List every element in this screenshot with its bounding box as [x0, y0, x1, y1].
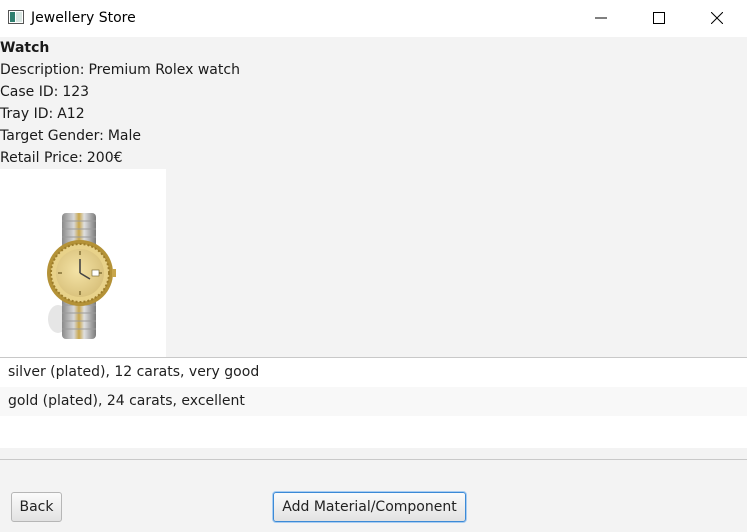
target-gender-value: Male — [107, 128, 141, 144]
item-details: Watch Description: Premium Rolex watch Ca… — [0, 37, 240, 169]
watch-image — [47, 213, 116, 339]
target-gender-row: Target Gender: Male — [0, 125, 240, 147]
tray-id-value: A12 — [57, 106, 85, 122]
case-id-label: Case ID: — [0, 84, 59, 100]
target-gender-label: Target Gender: — [0, 128, 104, 144]
description-label: Description: — [0, 62, 85, 78]
maximize-button[interactable] — [636, 0, 682, 37]
divider — [0, 459, 747, 460]
tray-id-row: Tray ID: A12 — [0, 103, 240, 125]
retail-price-value: 200€ — [86, 150, 123, 166]
tray-id-label: Tray ID: — [0, 106, 54, 122]
case-id-value: 123 — [62, 84, 90, 100]
maximize-icon — [653, 12, 665, 24]
minimize-button[interactable] — [578, 0, 624, 37]
title-bar[interactable]: Jewellery Store — [0, 0, 747, 37]
retail-price-row: Retail Price: 200€ — [0, 147, 240, 169]
app-icon — [8, 10, 24, 24]
item-title: Watch — [0, 40, 50, 56]
list-item[interactable]: gold (plated), 24 carats, excellent — [0, 387, 747, 416]
empty-list-row — [0, 416, 747, 445]
close-icon — [711, 12, 723, 24]
add-material-button[interactable]: Add Material/Component — [273, 492, 466, 522]
product-image — [0, 169, 166, 357]
back-button[interactable]: Back — [11, 492, 62, 522]
app-window: Jewellery Store Watch Description: Premiu… — [0, 0, 747, 532]
description-row: Description: Premium Rolex watch — [0, 59, 240, 81]
materials-list[interactable]: silver (plated), 12 carats, very good go… — [0, 357, 747, 448]
description-value: Premium Rolex watch — [88, 62, 240, 78]
case-id-row: Case ID: 123 — [0, 81, 240, 103]
minimize-icon — [595, 17, 607, 19]
window-title: Jewellery Store — [31, 10, 136, 26]
list-item[interactable]: silver (plated), 12 carats, very good — [0, 358, 747, 387]
retail-price-label: Retail Price: — [0, 150, 83, 166]
close-button[interactable] — [694, 0, 740, 37]
